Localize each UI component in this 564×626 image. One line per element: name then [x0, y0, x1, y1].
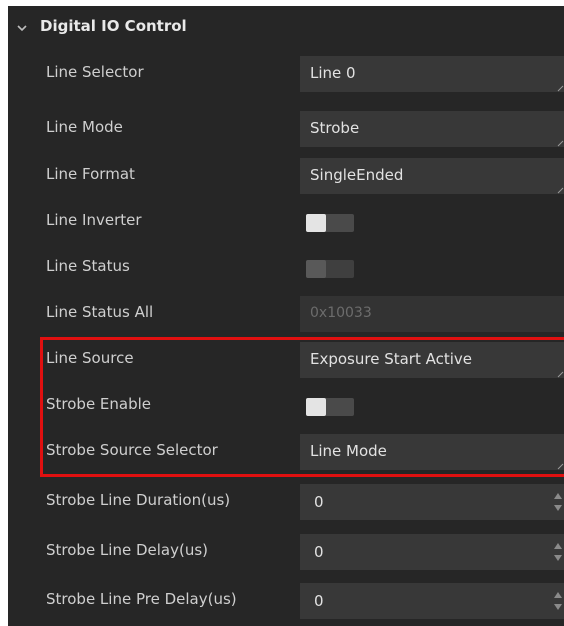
line-format-value: SingleEnded [310, 166, 404, 184]
row-line-status-all: Line Status All 0x10033 [8, 290, 564, 336]
row-line-format: Line Format SingleEnded [8, 152, 564, 198]
section-header[interactable]: Digital IO Control [8, 6, 564, 50]
line-source-value: Exposure Start Active [310, 350, 473, 368]
strobe-enable-toggle[interactable] [306, 398, 354, 416]
toggle-knob [306, 260, 326, 278]
line-mode-value: Strobe [310, 119, 360, 137]
line-selector-dropdown[interactable]: Line 0 [300, 56, 564, 92]
line-status-toggle [306, 260, 354, 278]
row-line-selector: Line Selector Line 0 [8, 50, 564, 96]
strobe-line-delay-input[interactable]: 0 [300, 534, 564, 570]
dropdown-corner-icon [557, 187, 564, 194]
toggle-knob [306, 214, 326, 232]
line-mode-label: Line Mode [46, 118, 123, 136]
line-selector-value: Line 0 [310, 64, 356, 82]
row-strobe-line-delay: Strobe Line Delay(us) 0 [8, 528, 564, 574]
row-line-mode: Line Mode Strobe [8, 105, 564, 151]
strobe-line-pre-delay-value: 0 [314, 592, 324, 610]
chevron-down-icon [17, 25, 27, 32]
strobe-source-selector-dropdown[interactable]: Line Mode [300, 434, 564, 470]
spinner-arrows-icon[interactable] [552, 490, 564, 514]
line-source-label: Line Source [46, 349, 134, 367]
dropdown-corner-icon [557, 140, 564, 147]
row-strobe-enable: Strobe Enable [8, 382, 564, 428]
line-inverter-toggle[interactable] [306, 214, 354, 232]
strobe-line-pre-delay-label: Strobe Line Pre Delay(us) [46, 590, 237, 608]
strobe-line-pre-delay-input[interactable]: 0 [300, 583, 564, 619]
strobe-line-duration-value: 0 [314, 493, 324, 511]
section-title: Digital IO Control [40, 17, 187, 35]
row-line-source: Line Source Exposure Start Active [8, 336, 564, 382]
strobe-line-delay-value: 0 [314, 543, 324, 561]
line-status-all-field: 0x10033 [300, 296, 564, 332]
spinner-arrows-icon[interactable] [552, 540, 564, 564]
line-format-dropdown[interactable]: SingleEnded [300, 158, 564, 194]
dropdown-corner-icon [557, 371, 564, 378]
strobe-line-delay-label: Strobe Line Delay(us) [46, 541, 209, 559]
row-strobe-line-pre-delay: Strobe Line Pre Delay(us) 0 [8, 577, 564, 623]
strobe-enable-label: Strobe Enable [46, 395, 152, 413]
line-selector-label: Line Selector [46, 63, 144, 81]
line-mode-dropdown[interactable]: Strobe [300, 111, 564, 147]
line-status-all-value: 0x10033 [310, 305, 372, 321]
line-status-label: Line Status [46, 257, 130, 275]
strobe-source-selector-label: Strobe Source Selector [46, 441, 218, 459]
dropdown-corner-icon [557, 85, 564, 92]
dropdown-corner-icon [557, 463, 564, 470]
row-strobe-source-selector: Strobe Source Selector Line Mode [8, 428, 564, 474]
line-format-label: Line Format [46, 165, 135, 183]
row-line-inverter: Line Inverter [8, 198, 564, 244]
line-inverter-label: Line Inverter [46, 211, 142, 229]
line-source-dropdown[interactable]: Exposure Start Active [300, 342, 564, 378]
row-line-status: Line Status [8, 244, 564, 290]
spinner-arrows-icon[interactable] [552, 589, 564, 613]
strobe-source-selector-value: Line Mode [310, 442, 387, 460]
strobe-line-duration-label: Strobe Line Duration(us) [46, 491, 231, 509]
toggle-knob [306, 398, 326, 416]
digital-io-control-panel: Digital IO Control Line Selector Line 0 … [8, 6, 564, 626]
row-strobe-line-duration: Strobe Line Duration(us) 0 [8, 478, 564, 524]
line-status-all-label: Line Status All [46, 303, 154, 321]
strobe-line-duration-input[interactable]: 0 [300, 484, 564, 520]
